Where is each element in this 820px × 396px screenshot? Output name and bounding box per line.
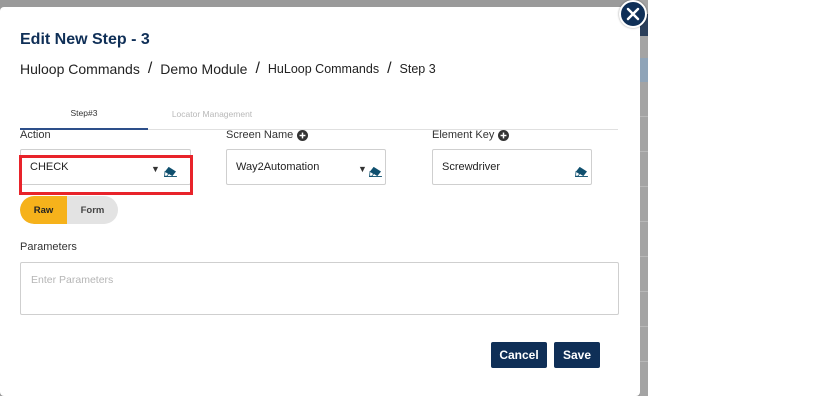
- save-button[interactable]: Save: [554, 342, 600, 368]
- screen-name-label: Screen Name: [226, 129, 309, 141]
- action-label-text: Action: [20, 129, 51, 141]
- close-icon: [626, 7, 640, 21]
- breadcrumb: Huloop Commands / Demo Module / HuLoop C…: [20, 60, 436, 78]
- element-key-dropdown[interactable]: Screwdriver: [432, 149, 592, 185]
- breadcrumb-separator: /: [147, 60, 153, 77]
- screen-name-label-text: Screen Name: [226, 129, 294, 141]
- parameters-label: Parameters: [20, 241, 77, 253]
- breadcrumb-item-huloop-commands[interactable]: Huloop Commands: [20, 61, 140, 77]
- step-tabs: Step#3 Locator Management: [20, 97, 618, 130]
- eraser-icon[interactable]: [575, 166, 588, 177]
- raw-toggle-option[interactable]: Raw: [20, 196, 67, 224]
- breadcrumb-separator: /: [387, 60, 392, 77]
- raw-form-toggle: Raw Form: [20, 196, 118, 224]
- breadcrumb-separator: /: [255, 60, 260, 77]
- close-button[interactable]: [619, 0, 647, 28]
- edit-step-modal: Edit New Step - 3 Huloop Commands / Demo…: [0, 7, 640, 396]
- breadcrumb-item-huloop-commands-2[interactable]: HuLoop Commands: [268, 62, 379, 76]
- breadcrumb-item-current-step: Step 3: [399, 62, 436, 76]
- modal-title: Edit New Step - 3: [20, 31, 150, 48]
- element-key-label: Element Key: [432, 129, 510, 141]
- tab-locator-management[interactable]: Locator Management: [148, 97, 276, 130]
- action-label: Action: [20, 129, 51, 141]
- element-key-label-text: Element Key: [432, 129, 495, 141]
- action-highlight-box: [19, 155, 193, 195]
- parameters-input[interactable]: [20, 262, 619, 315]
- screen-name-dropdown[interactable]: Way2Automation ▼: [226, 149, 386, 185]
- plus-circle-icon[interactable]: [498, 129, 510, 141]
- eraser-icon[interactable]: [369, 166, 382, 177]
- background-selected-row: [640, 58, 648, 82]
- parameters-label-text: Parameters: [20, 241, 77, 253]
- form-toggle-option[interactable]: Form: [67, 196, 118, 224]
- tab-step[interactable]: Step#3: [20, 97, 148, 130]
- plus-circle-icon[interactable]: [297, 129, 309, 141]
- element-key-value: Screwdriver: [442, 161, 501, 173]
- cancel-button[interactable]: Cancel: [491, 342, 547, 368]
- screen-name-value: Way2Automation: [236, 161, 320, 173]
- background-page-edge: [640, 0, 648, 396]
- chevron-down-icon[interactable]: ▼: [358, 164, 367, 174]
- breadcrumb-item-demo-module[interactable]: Demo Module: [160, 61, 247, 77]
